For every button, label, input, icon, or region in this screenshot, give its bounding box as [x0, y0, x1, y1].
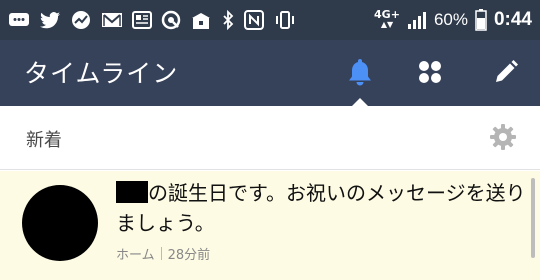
notification-message-text: の誕生日です。お祝いのメッセージを送りましょう。 [116, 181, 526, 235]
page-title: タイムライン [24, 59, 179, 88]
signal-icon [407, 10, 427, 30]
meta-divider [160, 247, 162, 260]
status-bar: 4G+ ▲▼ 60% 0:44 [0, 0, 540, 40]
notification-source: ホーム [116, 248, 155, 263]
clock: 0:44 [493, 9, 532, 30]
notification-time: 28分前 [167, 248, 211, 263]
system-indicators: 4G+ ▲▼ 60% 0:44 [374, 9, 532, 31]
data-arrows-icon: ▲▼ [380, 20, 394, 29]
notification-message: の誕生日です。お祝いのメッセージを送りましょう。 [116, 178, 528, 238]
app-header: タイムライン [0, 40, 540, 106]
network-type-label: 4G+ [374, 8, 400, 21]
section-label: 新着 [26, 130, 62, 151]
news-icon [132, 11, 152, 29]
notifications-tab[interactable] [344, 58, 376, 90]
twitter-icon [39, 11, 61, 29]
bell-icon [346, 57, 374, 91]
scrollbar[interactable] [531, 178, 535, 258]
nfc-icon [244, 10, 264, 30]
network-type: 4G+ ▲▼ [374, 8, 400, 30]
messages-icon [8, 11, 30, 29]
quick-icon [161, 10, 181, 30]
settings-button[interactable] [488, 124, 518, 154]
bluetooth-icon [221, 10, 235, 30]
notification-icons [8, 10, 297, 30]
notification-meta: ホーム 28分前 [116, 244, 210, 263]
gear-icon [489, 123, 517, 155]
pencil-icon [493, 59, 519, 89]
box-icon [190, 10, 212, 30]
apps-button[interactable] [414, 58, 446, 90]
gmail-icon [101, 11, 123, 29]
chart-app-icon [70, 10, 92, 30]
avatar[interactable] [22, 185, 98, 261]
section-header: 新着 [0, 106, 540, 170]
apps-grid-icon [417, 59, 443, 89]
active-tab-pointer [352, 98, 368, 106]
notification-item[interactable]: の誕生日です。お祝いのメッセージを送りましょう。 ホーム 28分前 [0, 171, 540, 280]
vibrate-icon [273, 10, 297, 30]
battery-percent: 60% [433, 10, 468, 29]
redacted-name [116, 181, 148, 203]
battery-icon [475, 9, 487, 31]
compose-button[interactable] [490, 58, 522, 90]
